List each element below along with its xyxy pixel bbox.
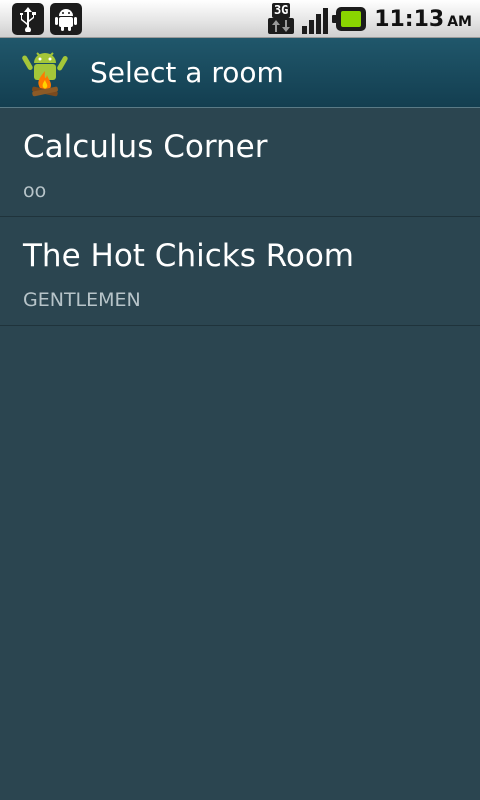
room-list: Calculus Corner oo The Hot Chicks Room G… bbox=[0, 108, 480, 326]
clock-ampm: AM bbox=[447, 13, 472, 30]
android-debug-icon bbox=[50, 3, 82, 35]
battery-charging-icon bbox=[332, 7, 367, 31]
room-name: The Hot Chicks Room bbox=[23, 238, 354, 274]
title-bar: Select a room bbox=[0, 38, 480, 108]
clock: 11:13 AM bbox=[374, 7, 472, 32]
page-title: Select a room bbox=[90, 56, 284, 89]
room-topic: oo bbox=[23, 180, 47, 202]
network-label: 3G bbox=[271, 3, 291, 18]
room-topic: GENTLEMEN bbox=[23, 289, 141, 311]
clock-time: 11:13 bbox=[374, 6, 445, 32]
room-name: Calculus Corner bbox=[23, 129, 268, 165]
room-list-item[interactable]: The Hot Chicks Room GENTLEMEN bbox=[0, 217, 480, 326]
network-3g-icon: 3G bbox=[264, 3, 298, 35]
signal-strength-icon bbox=[302, 4, 329, 34]
usb-icon bbox=[12, 3, 44, 35]
notification-icons[interactable] bbox=[12, 3, 82, 35]
android-campfire-icon bbox=[20, 49, 70, 97]
room-list-item[interactable]: Calculus Corner oo bbox=[0, 108, 480, 217]
status-bar[interactable]: 3G 11:13 AM bbox=[0, 0, 480, 38]
